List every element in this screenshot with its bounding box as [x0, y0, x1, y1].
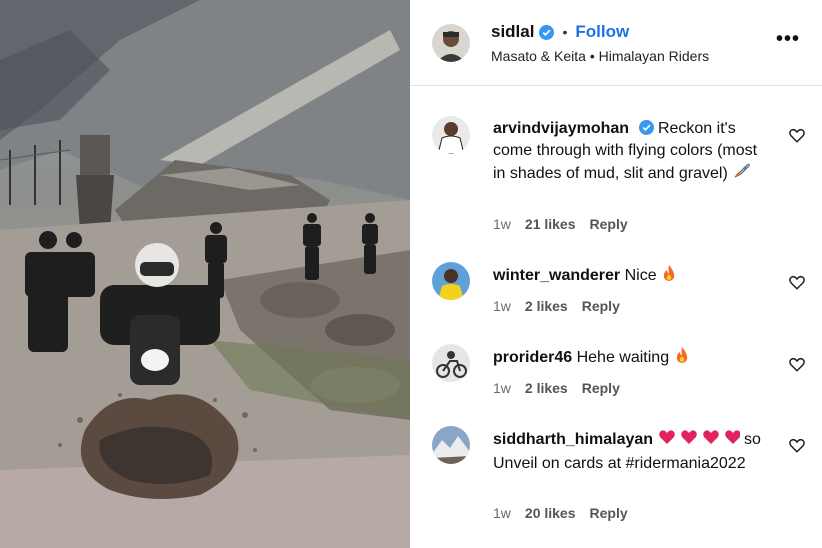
- comment-meta: 1w 2 likes Reply: [493, 298, 620, 314]
- like-heart-icon[interactable]: [788, 355, 806, 373]
- fire-icon: [674, 346, 690, 371]
- commenter-avatar[interactable]: [432, 344, 470, 382]
- like-heart-icon[interactable]: [788, 436, 806, 454]
- reply-button[interactable]: Reply: [582, 380, 620, 396]
- comment-username[interactable]: prorider46: [493, 349, 572, 366]
- comment-time: 1w: [493, 216, 511, 232]
- comment-body: siddharth_himalayan so Unveil on cards a…: [493, 428, 763, 475]
- post-photo: [0, 0, 410, 548]
- reply-button[interactable]: Reply: [590, 505, 628, 521]
- post-header: sidlal • Follow Masato & Keita • Himalay…: [410, 0, 822, 86]
- reply-button[interactable]: Reply: [590, 216, 628, 232]
- motorcycle-river-crossing-image: [0, 0, 410, 548]
- comment-text: Hehe waiting: [576, 349, 670, 366]
- follow-button[interactable]: Follow: [575, 22, 629, 42]
- comment-meta: 1w 20 likes Reply: [493, 505, 628, 521]
- verified-badge-icon: [638, 120, 654, 135]
- comment-time: 1w: [493, 505, 511, 521]
- comment-username[interactable]: winter_wanderer: [493, 267, 620, 284]
- comment-meta: 1w 2 likes Reply: [493, 380, 620, 396]
- comment-likes[interactable]: 20 likes: [525, 505, 576, 521]
- red-hearts-icon: [658, 428, 741, 453]
- comment-likes[interactable]: 2 likes: [525, 380, 568, 396]
- comment-likes[interactable]: 2 likes: [525, 298, 568, 314]
- reply-button[interactable]: Reply: [582, 298, 620, 314]
- comment-body: winter_wanderer Nice: [493, 264, 763, 289]
- commenter-avatar[interactable]: [432, 116, 470, 154]
- comment-time: 1w: [493, 380, 511, 396]
- comment-meta: 1w 21 likes Reply: [493, 216, 628, 232]
- separator-dot: •: [562, 24, 568, 40]
- commenter-avatar[interactable]: [432, 426, 470, 464]
- author-avatar[interactable]: [432, 24, 470, 62]
- verified-badge-icon: [539, 24, 555, 40]
- comment-username[interactable]: siddharth_himalayan: [493, 431, 653, 448]
- like-heart-icon[interactable]: [788, 273, 806, 291]
- rocket-icon: [732, 162, 752, 187]
- more-options-icon[interactable]: •••: [776, 28, 800, 51]
- comment-time: 1w: [493, 298, 511, 314]
- commenter-avatar[interactable]: [432, 262, 470, 300]
- comment-likes[interactable]: 21 likes: [525, 216, 576, 232]
- author-line: sidlal • Follow: [491, 22, 629, 42]
- comment-body: prorider46 Hehe waiting: [493, 346, 763, 371]
- author-username[interactable]: sidlal: [491, 22, 534, 42]
- like-heart-icon[interactable]: [788, 126, 806, 144]
- comment-username[interactable]: arvindvijaymohan: [493, 120, 629, 137]
- comment-text: Nice: [624, 267, 657, 284]
- fire-icon: [661, 264, 677, 289]
- comments-panel: sidlal • Follow Masato & Keita • Himalay…: [410, 0, 822, 548]
- post-subtitle: Masato & Keita • Himalayan Riders: [491, 48, 710, 64]
- comment-body: arvindvijaymohan Reckon it's come throug…: [493, 118, 763, 187]
